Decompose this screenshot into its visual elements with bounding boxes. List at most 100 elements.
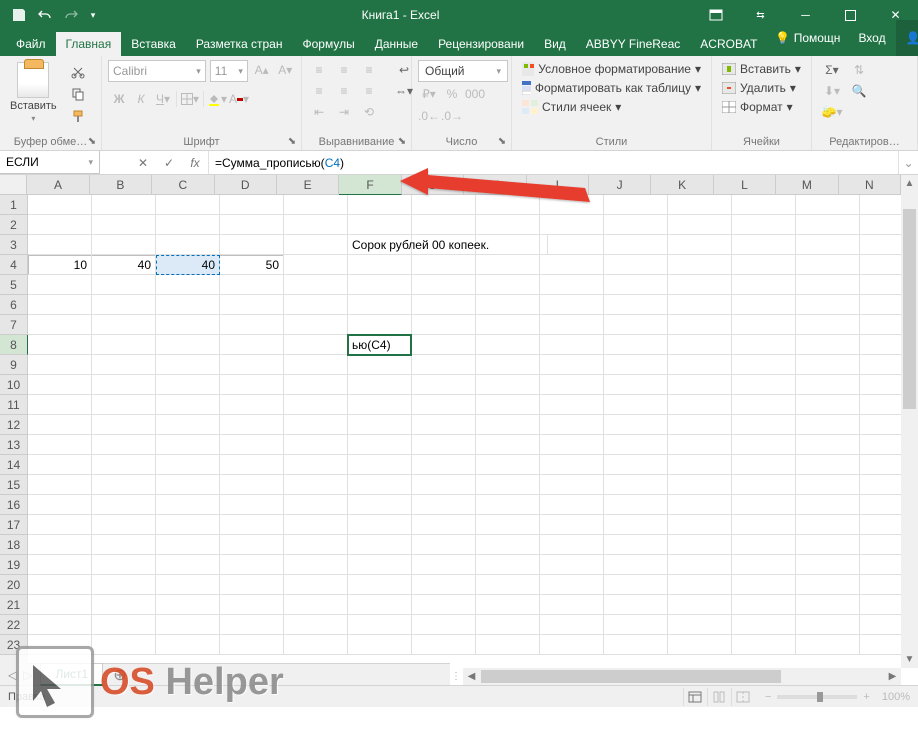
cell[interactable] bbox=[476, 335, 540, 355]
number-format-combo[interactable]: Общий▾ bbox=[418, 60, 508, 82]
cancel-formula-button[interactable]: ✕ bbox=[130, 151, 156, 174]
cell[interactable] bbox=[348, 355, 412, 375]
align-top[interactable]: ≡ bbox=[308, 60, 330, 80]
cell[interactable] bbox=[156, 275, 220, 295]
cell-a4[interactable]: 10 bbox=[28, 255, 92, 275]
number-launcher[interactable]: ⬊ bbox=[495, 134, 509, 148]
cell[interactable] bbox=[860, 415, 901, 435]
alignment-launcher[interactable]: ⬊ bbox=[395, 134, 409, 148]
cell[interactable] bbox=[732, 295, 796, 315]
cell[interactable] bbox=[732, 635, 796, 655]
align-bottom[interactable]: ≡ bbox=[358, 60, 380, 80]
cell[interactable] bbox=[540, 375, 604, 395]
cell[interactable] bbox=[540, 335, 604, 355]
cell[interactable] bbox=[284, 495, 348, 515]
cell[interactable] bbox=[28, 555, 92, 575]
row-header-1[interactable]: 1 bbox=[0, 195, 28, 215]
cell[interactable] bbox=[412, 335, 476, 355]
cell[interactable] bbox=[860, 535, 901, 555]
cell[interactable] bbox=[220, 615, 284, 635]
cell[interactable] bbox=[604, 355, 668, 375]
scroll-left-button[interactable]: ◀ bbox=[463, 668, 480, 685]
fill-color-button[interactable]: ▾ bbox=[206, 89, 228, 109]
cell[interactable] bbox=[476, 215, 540, 235]
sort-filter-button[interactable]: ⇅ bbox=[847, 60, 871, 80]
cell[interactable] bbox=[476, 575, 540, 595]
cell[interactable] bbox=[732, 475, 796, 495]
cell[interactable] bbox=[732, 355, 796, 375]
row-header-8[interactable]: 8 bbox=[0, 335, 28, 355]
cell[interactable] bbox=[284, 195, 348, 215]
cell-b4[interactable]: 40 bbox=[92, 255, 156, 275]
cell[interactable] bbox=[92, 575, 156, 595]
cell[interactable] bbox=[668, 555, 732, 575]
format-cells[interactable]: Формат▾ bbox=[718, 98, 805, 116]
cell[interactable] bbox=[156, 615, 220, 635]
cell[interactable] bbox=[860, 555, 901, 575]
underline-button[interactable]: Ч▾ bbox=[152, 89, 174, 109]
cell[interactable] bbox=[220, 595, 284, 615]
cell[interactable] bbox=[92, 295, 156, 315]
cell[interactable] bbox=[860, 595, 901, 615]
col-header-j[interactable]: J bbox=[589, 175, 651, 195]
cell[interactable] bbox=[284, 255, 348, 275]
cell[interactable] bbox=[28, 455, 92, 475]
cell[interactable] bbox=[156, 235, 220, 255]
col-header-m[interactable]: M bbox=[776, 175, 838, 195]
cell[interactable] bbox=[476, 555, 540, 575]
cell[interactable] bbox=[796, 575, 860, 595]
cell[interactable] bbox=[732, 415, 796, 435]
col-header-e[interactable]: E bbox=[277, 175, 339, 195]
cell[interactable] bbox=[668, 495, 732, 515]
cell[interactable] bbox=[412, 195, 476, 215]
cell[interactable] bbox=[860, 575, 901, 595]
cell[interactable] bbox=[28, 595, 92, 615]
cell[interactable] bbox=[28, 275, 92, 295]
cell[interactable] bbox=[220, 295, 284, 315]
cell[interactable] bbox=[412, 455, 476, 475]
cell[interactable] bbox=[604, 535, 668, 555]
zoom-slider[interactable] bbox=[777, 695, 857, 699]
cell[interactable] bbox=[348, 275, 412, 295]
cell[interactable] bbox=[860, 195, 901, 215]
decrease-decimal[interactable]: .0→ bbox=[441, 106, 463, 126]
cell[interactable] bbox=[284, 415, 348, 435]
cell[interactable] bbox=[348, 435, 412, 455]
cell[interactable] bbox=[28, 375, 92, 395]
cell[interactable] bbox=[284, 435, 348, 455]
cell[interactable] bbox=[668, 255, 732, 275]
cell[interactable] bbox=[540, 495, 604, 515]
cell[interactable] bbox=[604, 595, 668, 615]
cell[interactable] bbox=[796, 255, 860, 275]
cell[interactable] bbox=[604, 455, 668, 475]
cut-button[interactable] bbox=[67, 62, 89, 82]
cell[interactable] bbox=[92, 375, 156, 395]
cell[interactable] bbox=[348, 495, 412, 515]
cell[interactable] bbox=[220, 535, 284, 555]
increase-decimal[interactable]: .0← bbox=[418, 106, 440, 126]
cell[interactable] bbox=[604, 555, 668, 575]
cell[interactable] bbox=[732, 435, 796, 455]
comma-format[interactable]: 000 bbox=[464, 84, 486, 104]
cell[interactable] bbox=[92, 595, 156, 615]
cell[interactable] bbox=[796, 395, 860, 415]
cell[interactable] bbox=[860, 475, 901, 495]
zoom-in-button[interactable]: + bbox=[863, 691, 869, 703]
cell[interactable] bbox=[668, 595, 732, 615]
cell[interactable] bbox=[732, 495, 796, 515]
cell[interactable] bbox=[412, 355, 476, 375]
cell[interactable] bbox=[412, 395, 476, 415]
row-header-3[interactable]: 3 bbox=[0, 235, 28, 255]
cell[interactable] bbox=[668, 515, 732, 535]
cell[interactable] bbox=[796, 635, 860, 655]
decrease-indent[interactable]: ⇤ bbox=[308, 102, 330, 122]
cell[interactable] bbox=[540, 455, 604, 475]
tab-insert[interactable]: Вставка bbox=[121, 32, 186, 56]
cell[interactable] bbox=[796, 515, 860, 535]
cell[interactable] bbox=[668, 415, 732, 435]
cell[interactable] bbox=[860, 215, 901, 235]
cell[interactable] bbox=[668, 195, 732, 215]
cell[interactable] bbox=[28, 415, 92, 435]
cell[interactable] bbox=[540, 415, 604, 435]
cell[interactable] bbox=[156, 335, 220, 355]
